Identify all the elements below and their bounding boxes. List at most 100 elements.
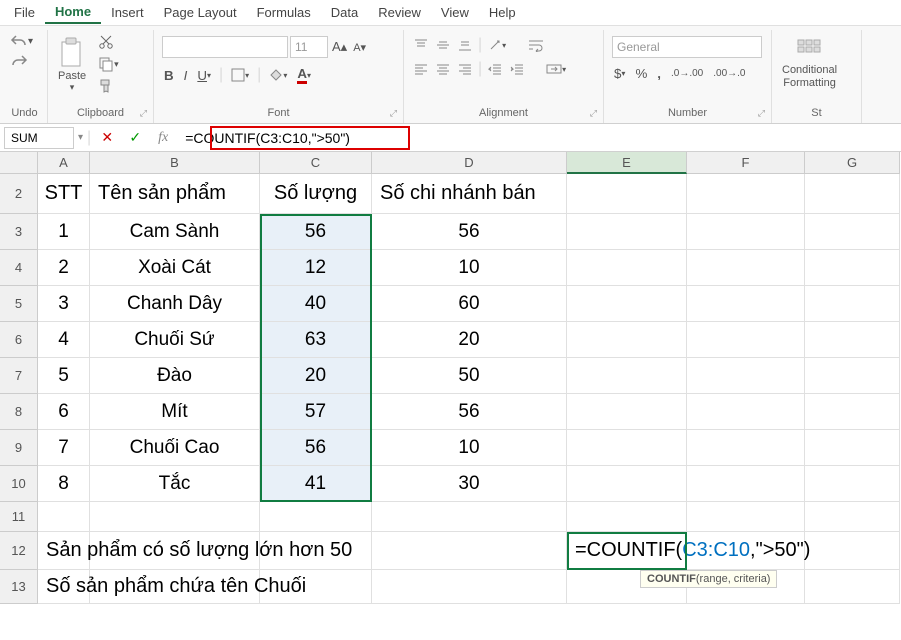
align-center-button[interactable] — [434, 60, 452, 78]
cell-c6[interactable]: 63 — [260, 322, 372, 358]
row-header-11[interactable]: 11 — [0, 502, 38, 532]
cell-d13[interactable] — [372, 570, 567, 604]
cell-d3[interactable]: 56 — [372, 214, 567, 250]
cell-e5[interactable] — [567, 286, 687, 322]
name-box[interactable] — [4, 127, 74, 149]
formula-cancel-button[interactable]: ✕ — [95, 127, 119, 149]
cell-b11[interactable] — [90, 502, 260, 532]
cell-b5[interactable]: Chanh Dây — [90, 286, 260, 322]
cell-e12[interactable]: =COUNTIF(C3:C10,">50") — [567, 532, 687, 570]
cell-a10[interactable]: 8 — [38, 466, 90, 502]
fx-button[interactable]: fx — [151, 127, 175, 149]
alignment-launcher[interactable]: ⤢ — [590, 108, 597, 119]
cell-e11[interactable] — [567, 502, 687, 532]
cell-e4[interactable] — [567, 250, 687, 286]
cell-g3[interactable] — [805, 214, 900, 250]
increase-decimal-button[interactable]: .0→.00 — [669, 66, 705, 81]
cell-c7[interactable]: 20 — [260, 358, 372, 394]
cell-d2[interactable]: Số chi nhánh bán — [372, 174, 567, 214]
cell-b4[interactable]: Xoài Cát — [90, 250, 260, 286]
cell-d6[interactable]: 20 — [372, 322, 567, 358]
cell-f10[interactable] — [687, 466, 805, 502]
cell-a13[interactable]: Số sản phẩm chứa tên Chuối — [38, 570, 90, 604]
column-header-e[interactable]: E — [567, 152, 687, 174]
cell-e7[interactable] — [567, 358, 687, 394]
align-bottom-button[interactable] — [456, 36, 474, 54]
cell-c9[interactable]: 56 — [260, 430, 372, 466]
clipboard-launcher[interactable]: ⤢ — [140, 108, 147, 119]
cell-c5[interactable]: 40 — [260, 286, 372, 322]
cell-b10[interactable]: Tắc — [90, 466, 260, 502]
cell-g9[interactable] — [805, 430, 900, 466]
format-painter-button[interactable] — [96, 76, 121, 96]
decrease-decimal-button[interactable]: .00→.0 — [711, 66, 747, 81]
underline-button[interactable]: U▾ — [195, 66, 213, 85]
menu-view[interactable]: View — [431, 2, 479, 23]
row-header-5[interactable]: 5 — [0, 286, 38, 322]
cell-f3[interactable] — [687, 214, 805, 250]
menu-insert[interactable]: Insert — [101, 2, 154, 23]
cell-e2[interactable] — [567, 174, 687, 214]
cell-g2[interactable] — [805, 174, 900, 214]
column-header-f[interactable]: F — [687, 152, 805, 174]
column-header-b[interactable]: B — [90, 152, 260, 174]
cell-a9[interactable]: 7 — [38, 430, 90, 466]
paste-button[interactable]: Paste ▾ — [52, 32, 92, 97]
redo-button[interactable] — [8, 52, 35, 70]
cell-a2[interactable]: STT — [38, 174, 90, 214]
cell-f6[interactable] — [687, 322, 805, 358]
cell-b8[interactable]: Mít — [90, 394, 260, 430]
row-header-4[interactable]: 4 — [0, 250, 38, 286]
row-header-9[interactable]: 9 — [0, 430, 38, 466]
cell-f5[interactable] — [687, 286, 805, 322]
select-all-corner[interactable] — [0, 152, 38, 174]
column-header-c[interactable]: C — [260, 152, 372, 174]
cell-e6[interactable] — [567, 322, 687, 358]
cell-g10[interactable] — [805, 466, 900, 502]
menu-home[interactable]: Home — [45, 1, 101, 24]
formula-input[interactable] — [179, 128, 897, 148]
cut-button[interactable] — [96, 32, 121, 52]
cell-c2[interactable]: Số lượng — [260, 174, 372, 214]
cell-c11[interactable] — [260, 502, 372, 532]
increase-font-button[interactable]: A▴ — [330, 37, 349, 57]
cell-d10[interactable]: 30 — [372, 466, 567, 502]
cell-g12[interactable] — [805, 532, 900, 570]
row-header-10[interactable]: 10 — [0, 466, 38, 502]
cell-e10[interactable] — [567, 466, 687, 502]
cell-a6[interactable]: 4 — [38, 322, 90, 358]
cell-f4[interactable] — [687, 250, 805, 286]
cell-g11[interactable] — [805, 502, 900, 532]
cell-c10[interactable]: 41 — [260, 466, 372, 502]
font-size-select[interactable] — [290, 36, 328, 58]
menu-review[interactable]: Review — [368, 2, 431, 23]
percent-button[interactable]: % — [633, 64, 649, 83]
italic-button[interactable]: I — [182, 66, 190, 85]
cell-d5[interactable]: 60 — [372, 286, 567, 322]
number-launcher[interactable]: ⤢ — [758, 108, 765, 119]
decrease-indent-button[interactable] — [486, 60, 504, 78]
cell-f11[interactable] — [687, 502, 805, 532]
cell-g5[interactable] — [805, 286, 900, 322]
menu-page-layout[interactable]: Page Layout — [154, 2, 247, 23]
cell-b3[interactable]: Cam Sành — [90, 214, 260, 250]
undo-button[interactable]: ▾ — [8, 32, 35, 50]
orientation-button[interactable]: ▾ — [486, 36, 508, 54]
align-left-button[interactable] — [412, 60, 430, 78]
row-header-3[interactable]: 3 — [0, 214, 38, 250]
align-middle-button[interactable] — [434, 36, 452, 54]
cell-c8[interactable]: 57 — [260, 394, 372, 430]
cell-g4[interactable] — [805, 250, 900, 286]
menu-help[interactable]: Help — [479, 2, 526, 23]
row-header-13[interactable]: 13 — [0, 570, 38, 604]
cell-c3[interactable]: 56 — [260, 214, 372, 250]
font-color-button[interactable]: A▾ — [295, 64, 313, 86]
menu-formulas[interactable]: Formulas — [247, 2, 321, 23]
cell-g8[interactable] — [805, 394, 900, 430]
decrease-font-button[interactable]: A▾ — [351, 39, 368, 56]
conditional-formatting-button[interactable]: Conditional Formatting — [776, 32, 843, 94]
fill-color-button[interactable]: ▾ — [267, 66, 289, 84]
align-top-button[interactable] — [412, 36, 430, 54]
cell-d11[interactable] — [372, 502, 567, 532]
currency-button[interactable]: $▾ — [612, 64, 627, 83]
